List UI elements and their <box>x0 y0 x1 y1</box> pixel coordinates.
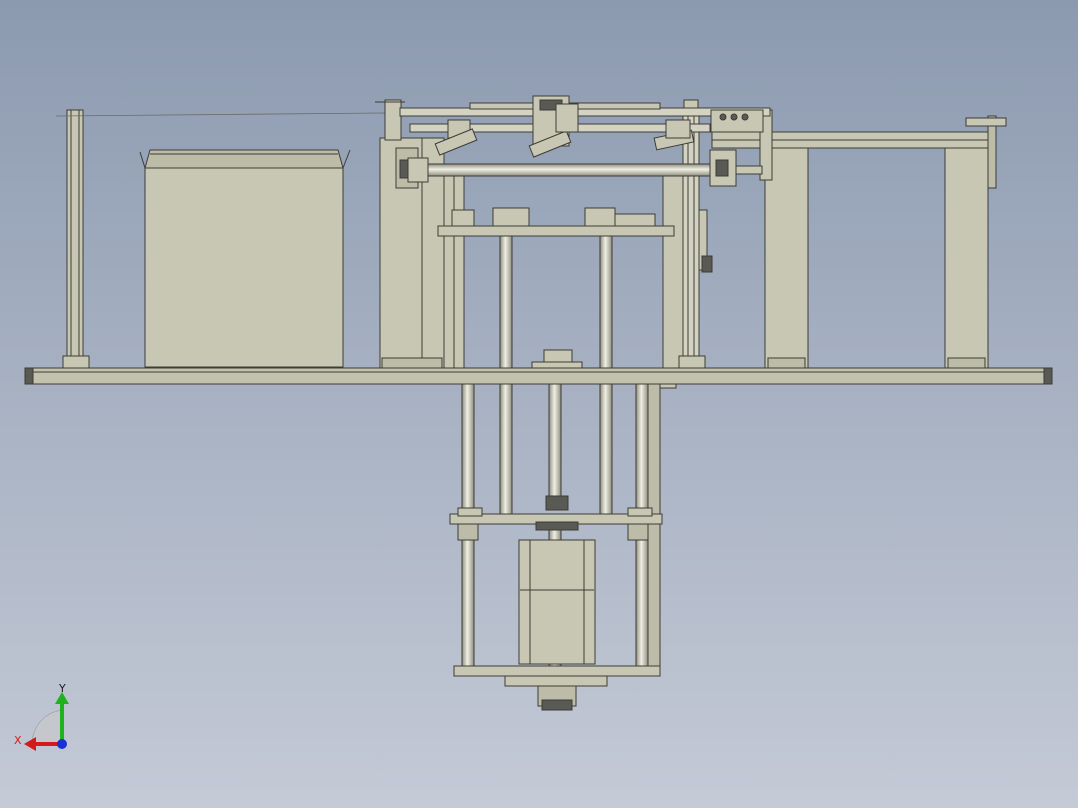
lifting-table <box>437 207 675 253</box>
cad-graphics-viewport[interactable]: Y X <box>0 0 1078 808</box>
vertical-guide-rods-upper <box>499 235 613 369</box>
left-frame-column <box>375 99 445 369</box>
base-plate <box>24 367 1053 385</box>
coordinate-triad-icon: Y X <box>14 682 69 751</box>
x-axis-label: X <box>14 734 22 747</box>
machine-assembly-front-view[interactable] <box>0 0 1078 808</box>
y-axis-label: Y <box>58 682 66 695</box>
inner-left-column <box>443 167 465 369</box>
storage-box <box>139 149 351 368</box>
right-support-frame <box>711 109 1007 369</box>
lift-mechanism-lower <box>449 383 677 711</box>
